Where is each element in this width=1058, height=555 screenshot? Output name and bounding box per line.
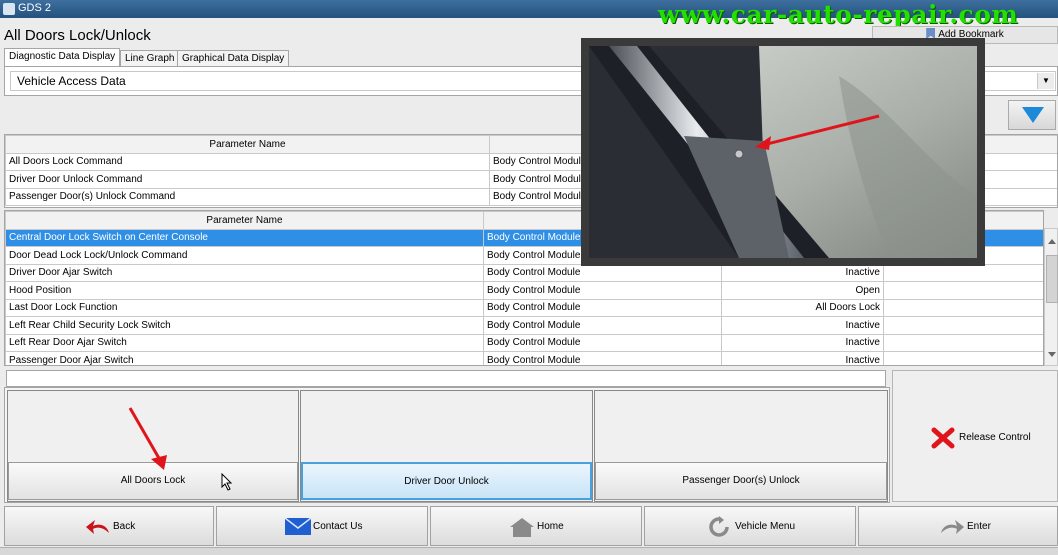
back-label: Back (113, 521, 136, 532)
mouse-cursor-icon (221, 473, 233, 491)
table-row[interactable]: Left Rear Child Security Lock Switch Bod… (5, 316, 1043, 335)
control-tab-strip (6, 370, 886, 387)
release-control-label: Release Control (959, 432, 1031, 443)
watermark-text: www.car-auto-repair.com (658, 0, 1019, 29)
scroll-thumb[interactable] (1046, 255, 1058, 303)
release-control-button[interactable]: Release Control (892, 370, 1058, 502)
table-row[interactable]: Hood Position Body Control Module Open (5, 281, 1043, 300)
parameter-value: Open (721, 281, 884, 300)
home-icon (510, 518, 534, 537)
arrow-down-icon (1022, 107, 1044, 123)
status-bar (0, 547, 1058, 555)
door-photo (589, 46, 977, 258)
parameter-value: Inactive (721, 316, 884, 335)
parameter-name: Driver Door Ajar Switch (5, 263, 484, 282)
back-button[interactable]: Back (4, 506, 214, 546)
scroll-up-icon[interactable] (1048, 239, 1056, 244)
controller-name: Body Control Module (483, 263, 722, 282)
parameter-name: Passenger Door(s) Unlock Command (5, 187, 490, 206)
vertical-scrollbar[interactable] (1044, 228, 1058, 366)
controller-name: Body Control Module (483, 316, 722, 335)
scroll-down-button[interactable] (1008, 100, 1056, 130)
column-header[interactable]: Parameter Name (5, 211, 484, 230)
door-photo-overlay (581, 38, 985, 266)
vehicle-menu-button[interactable]: Vehicle Menu (644, 506, 856, 546)
controller-name: Body Control Module (483, 333, 722, 352)
table-row[interactable]: Passenger Door Ajar Switch Body Control … (5, 351, 1043, 365)
parameter-value: Inactive (721, 351, 884, 365)
close-icon (931, 427, 955, 449)
home-label: Home (537, 521, 564, 532)
enter-label: Enter (967, 521, 991, 532)
forward-arrow-icon (941, 520, 964, 534)
table-row[interactable]: Left Rear Door Ajar Switch Body Control … (5, 333, 1043, 352)
passenger-doors-unlock-button[interactable]: Passenger Door(s) Unlock (595, 462, 887, 500)
app-icon (3, 3, 15, 15)
parameter-name: Central Door Lock Switch on Center Conso… (5, 228, 484, 247)
annotation-arrow (128, 407, 167, 470)
table-row[interactable]: Driver Door Ajar Switch Body Control Mod… (5, 263, 1043, 282)
parameter-value: Inactive (721, 263, 884, 282)
parameter-name: All Doors Lock Command (5, 152, 490, 171)
parameter-name: Left Rear Child Security Lock Switch (5, 316, 484, 335)
controller-name: Body Control Module (483, 281, 722, 300)
home-button[interactable]: Home (430, 506, 642, 546)
tab-line-graph[interactable]: Line Graph (120, 50, 180, 66)
parameter-name: Hood Position (5, 281, 484, 300)
enter-button[interactable]: Enter (858, 506, 1058, 546)
envelope-icon (285, 518, 311, 535)
page-title: All Doors Lock/Unlock (4, 27, 151, 44)
driver-door-unlock-button[interactable]: Driver Door Unlock (301, 462, 592, 500)
parameter-name: Driver Door Unlock Command (5, 170, 490, 189)
tab-diagnostic-data-display[interactable]: Diagnostic Data Display (4, 48, 121, 67)
parameter-name: Last Door Lock Function (5, 298, 484, 317)
chevron-down-icon[interactable]: ▼ (1037, 73, 1054, 89)
column-header[interactable]: Parameter Name (5, 135, 490, 154)
controller-name: Body Control Module (483, 351, 722, 365)
parameter-name: Door Dead Lock Lock/Unlock Command (5, 246, 484, 265)
parameter-value: All Doors Lock (721, 298, 884, 317)
scroll-down-icon[interactable] (1048, 352, 1056, 357)
parameter-name: Left Rear Door Ajar Switch (5, 333, 484, 352)
contact-us-button[interactable]: Contact Us (216, 506, 428, 546)
back-arrow-icon (86, 520, 109, 534)
refresh-icon (709, 516, 729, 537)
contact-us-label: Contact Us (313, 521, 363, 532)
parameter-name: Passenger Door Ajar Switch (5, 351, 484, 365)
controller-name: Body Control Module (483, 298, 722, 317)
parameter-value: Inactive (721, 333, 884, 352)
table-row[interactable]: Last Door Lock Function Body Control Mod… (5, 298, 1043, 317)
tab-graphical-data-display[interactable]: Graphical Data Display (177, 50, 290, 66)
app-title: GDS 2 (18, 2, 52, 14)
data-list-value: Vehicle Access Data (17, 74, 126, 88)
vehicle-menu-label: Vehicle Menu (735, 521, 796, 532)
